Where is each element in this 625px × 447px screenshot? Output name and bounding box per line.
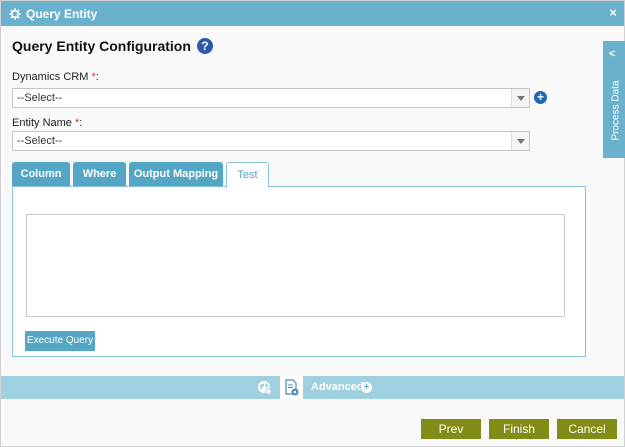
finish-button[interactable]: Finish bbox=[489, 419, 549, 439]
tab-where[interactable]: Where bbox=[73, 162, 126, 187]
title-bar: Query Entity × bbox=[1, 1, 624, 26]
gear-icon bbox=[9, 7, 21, 20]
bottom-toolbar: Advanced + bbox=[1, 376, 624, 399]
chevron-down-icon[interactable] bbox=[511, 89, 529, 107]
plus-circle-icon[interactable]: + bbox=[361, 382, 372, 393]
process-data-panel-toggle[interactable]: < Process Data bbox=[603, 41, 625, 158]
dynamics-crm-select[interactable]: --Select-- bbox=[12, 88, 530, 108]
cancel-button[interactable]: Cancel bbox=[557, 419, 617, 439]
tab-column[interactable]: Column bbox=[12, 162, 70, 187]
prev-button[interactable]: Prev bbox=[421, 419, 481, 439]
document-settings-icon[interactable] bbox=[280, 376, 303, 399]
entity-name-select[interactable]: --Select-- bbox=[12, 131, 530, 151]
help-icon[interactable]: ? bbox=[196, 38, 213, 54]
close-icon[interactable]: × bbox=[609, 6, 617, 20]
advanced-label[interactable]: Advanced bbox=[311, 376, 364, 399]
globe-settings-icon[interactable] bbox=[257, 380, 272, 395]
process-data-label: Process Data bbox=[610, 80, 622, 141]
window-title: Query Entity bbox=[26, 6, 98, 21]
query-entity-dialog: Query Entity × Query Entity Configuratio… bbox=[0, 0, 625, 447]
execute-query-button[interactable]: Execute Query bbox=[25, 331, 95, 351]
page-title: Query Entity Configuration ? bbox=[12, 38, 213, 54]
tab-output-mapping[interactable]: Output Mapping bbox=[129, 162, 223, 187]
add-icon[interactable]: + bbox=[534, 91, 547, 104]
query-textarea[interactable] bbox=[26, 214, 565, 317]
entity-name-label: Entity Name *: bbox=[12, 117, 83, 129]
test-tab-panel: Execute Query bbox=[12, 186, 586, 357]
tab-test[interactable]: Test bbox=[226, 162, 269, 188]
chevron-left-icon[interactable]: < bbox=[609, 48, 615, 60]
document-gear-icon bbox=[285, 379, 299, 396]
page-title-text: Query Entity Configuration bbox=[12, 38, 191, 54]
dynamics-crm-label: Dynamics CRM *: bbox=[12, 71, 99, 83]
chevron-down-icon[interactable] bbox=[511, 132, 529, 150]
